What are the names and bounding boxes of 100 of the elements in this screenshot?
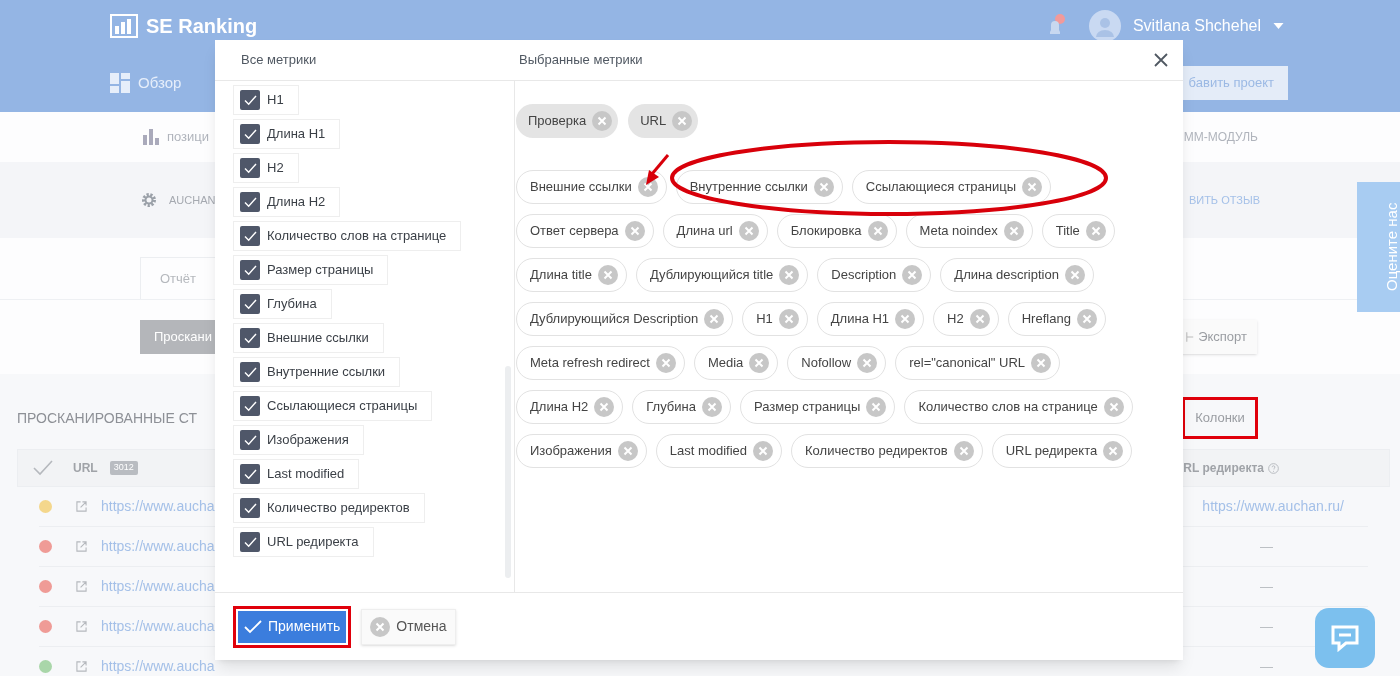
chip-label: H2 xyxy=(947,310,964,329)
metric-checkbox-item[interactable]: URL редиректа xyxy=(233,527,374,557)
download-icon xyxy=(1186,331,1195,343)
feedback-link[interactable]: ВИТЬ ОТЗЫВ xyxy=(1188,191,1260,209)
checkbox[interactable] xyxy=(240,90,260,110)
checkmark-icon xyxy=(243,196,257,208)
checkmark-icon xyxy=(243,502,257,514)
chip-label: Длина url xyxy=(676,222,733,241)
chip-label: Блокировка xyxy=(790,222,862,241)
chat-button[interactable] xyxy=(1315,608,1375,668)
chip-label: Глубина xyxy=(646,398,696,417)
external-link-icon[interactable] xyxy=(76,541,87,552)
url-link[interactable]: https://www.aucha xyxy=(101,496,215,517)
section-title: ПРОСКАНИРОВАННЫЕ СТ xyxy=(17,408,197,428)
avatar-icon[interactable] xyxy=(1088,10,1121,42)
url-link[interactable]: https://www.aucha xyxy=(101,616,215,637)
checkmark-icon xyxy=(243,366,257,378)
chip-label: Nofollow xyxy=(801,354,852,373)
column-header[interactable]: RL редиректа xyxy=(1183,459,1264,477)
checkbox[interactable] xyxy=(240,532,260,552)
close-icon[interactable] xyxy=(1154,53,1168,67)
chip-label: Description xyxy=(831,266,897,285)
checkbox[interactable] xyxy=(240,362,260,382)
rate-us-tab[interactable]: Оцените нас xyxy=(1357,182,1400,312)
external-link-icon[interactable] xyxy=(76,621,87,632)
chip-label: Длина title xyxy=(530,266,592,285)
chip-label: Ответ сервера xyxy=(530,222,619,241)
checkbox[interactable] xyxy=(240,192,260,212)
chip-label: Длина description xyxy=(954,266,1059,285)
url-link[interactable]: https://www.aucha xyxy=(101,656,215,676)
url-link[interactable]: https://www.aucha xyxy=(101,536,215,557)
caret-icon[interactable] xyxy=(1273,23,1284,29)
metric-checkbox-item[interactable]: H1 xyxy=(233,85,299,115)
count-badge: 3012 xyxy=(109,461,138,475)
table-cell[interactable]: https://www.auchan.ru/ xyxy=(1202,496,1344,517)
chip-label: Количество слов на странице xyxy=(918,398,1098,417)
metric-checkbox-item[interactable]: Внутренние ссылки xyxy=(233,357,401,387)
chip-label: Last modified xyxy=(669,442,748,461)
bar-chart-icon xyxy=(143,129,159,145)
columns-button[interactable]: Колонки xyxy=(1195,408,1245,428)
checkbox[interactable] xyxy=(240,260,260,280)
metric-checkbox-item[interactable]: Внешние ссылки xyxy=(233,323,384,353)
metric-checkbox-item[interactable]: Размер страницы xyxy=(233,255,389,285)
metric-checkbox-item[interactable]: Изображения xyxy=(233,425,364,455)
cancel-button[interactable]: Отмена xyxy=(361,608,456,645)
check-all-icon[interactable] xyxy=(33,460,53,476)
chip-label: Hreflang xyxy=(1021,310,1071,329)
chip-label: Длина H1 xyxy=(830,310,890,329)
table-cell-text: — xyxy=(1260,577,1273,596)
annotation-arrow xyxy=(646,154,670,185)
chip-label: Meta noindex xyxy=(919,222,998,241)
table-cell-text: — xyxy=(1260,657,1273,676)
checkbox[interactable] xyxy=(240,464,260,484)
checkbox[interactable] xyxy=(240,294,260,314)
checkmark-icon xyxy=(243,468,257,480)
metric-checkbox-item[interactable]: Количество редиректов xyxy=(233,493,425,523)
nav-item[interactable]: позици xyxy=(167,127,210,147)
column-header[interactable]: URL xyxy=(73,459,98,477)
user-name[interactable]: Svitlana Shchehel xyxy=(1132,14,1261,38)
chip-label: Внешние ссылки xyxy=(530,178,632,197)
settings-icon[interactable] xyxy=(141,192,157,208)
checkmark-icon xyxy=(243,434,257,446)
chip-label: Количество редиректов xyxy=(805,442,948,461)
checkmark-icon xyxy=(243,298,257,310)
checkbox[interactable] xyxy=(240,124,260,144)
checkmark-icon xyxy=(243,230,257,242)
report-tab[interactable]: Отчёт xyxy=(140,257,216,299)
metric-checkbox-item[interactable]: Количество слов на странице xyxy=(233,221,462,251)
checkbox[interactable] xyxy=(240,498,260,518)
cancel-icon xyxy=(370,616,391,637)
checkbox[interactable] xyxy=(240,158,260,178)
checkbox[interactable] xyxy=(240,396,260,416)
chip-label: Проверка xyxy=(528,112,587,131)
metric-checkbox-item[interactable]: Ссылающиеся страницы xyxy=(233,391,433,421)
chip-label: URL xyxy=(640,112,667,131)
table-cell-text: — xyxy=(1260,537,1273,556)
nav-item[interactable]: ММ-МОДУЛЬ xyxy=(1183,128,1258,146)
help-icon[interactable] xyxy=(1268,462,1279,474)
checkbox[interactable] xyxy=(240,328,260,348)
external-link-icon[interactable] xyxy=(76,581,87,592)
nav-item[interactable]: Обзор xyxy=(138,71,182,95)
metric-checkbox-item[interactable]: Длина H2 xyxy=(233,187,341,217)
check-icon xyxy=(244,619,262,634)
external-link-icon[interactable] xyxy=(76,501,87,512)
logo-icon xyxy=(110,14,138,38)
external-link-icon[interactable] xyxy=(76,661,87,672)
checkmark-icon xyxy=(243,332,257,344)
apply-button[interactable]: Применить xyxy=(238,610,347,643)
metric-checkbox-item[interactable]: Глубина xyxy=(233,289,332,319)
checkmark-icon xyxy=(243,162,257,174)
checkbox[interactable] xyxy=(240,430,260,450)
checkmark-icon xyxy=(243,400,257,412)
checkbox[interactable] xyxy=(240,226,260,246)
metric-checkbox-item[interactable]: Длина H1 xyxy=(233,119,341,149)
chip-label: Title xyxy=(1055,222,1080,241)
metric-checkbox-item[interactable]: H2 xyxy=(233,153,299,183)
url-link[interactable]: https://www.aucha xyxy=(101,576,215,597)
chip-label: Media xyxy=(707,354,744,373)
dashboard-icon xyxy=(110,73,130,93)
metric-checkbox-item[interactable]: Last modified xyxy=(233,459,360,489)
